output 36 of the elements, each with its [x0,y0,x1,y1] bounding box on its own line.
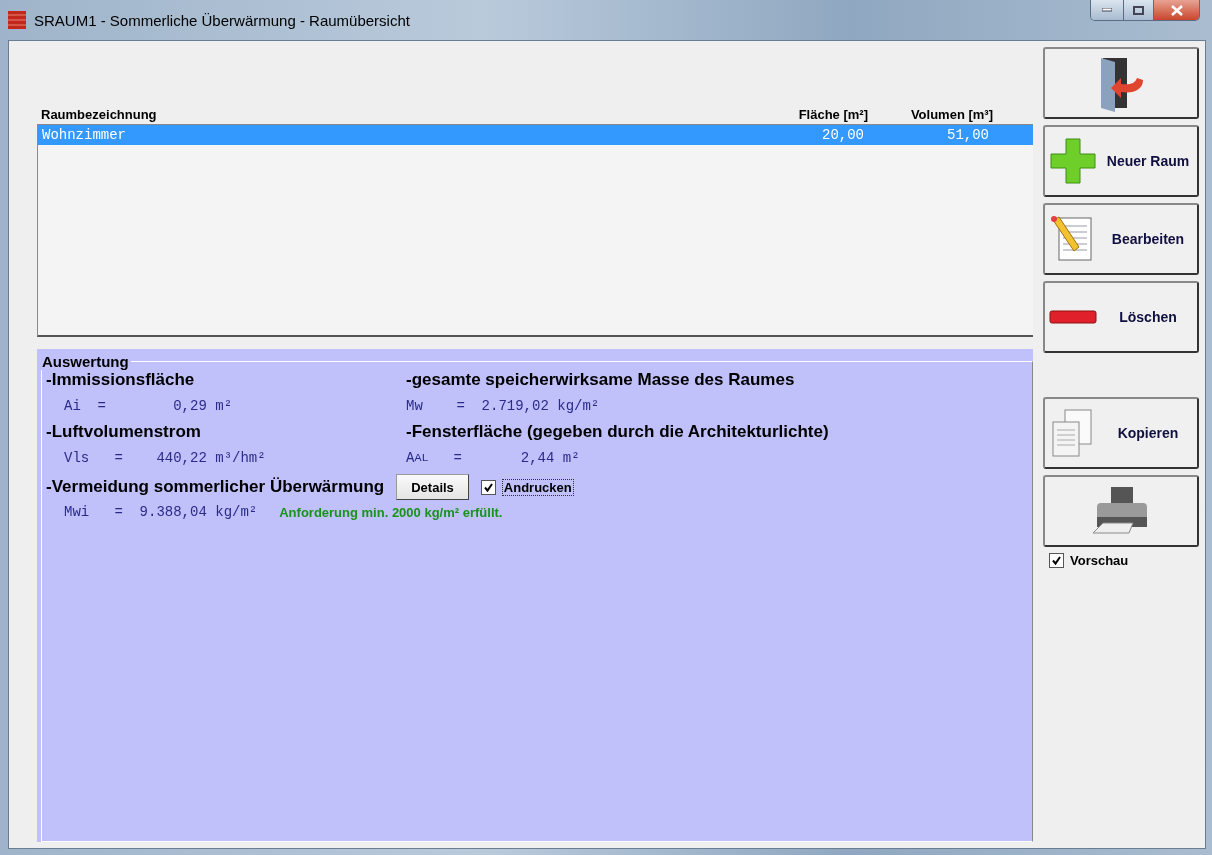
section-heading: -Immissionsfläche [46,370,195,389]
window-title: SRAUM1 - Sommerliche Überwärmung - Raumübersicht [34,11,411,29]
value-line: Mwi = 9.388,04 kg/m² [63,503,258,522]
checkbox-label[interactable]: Vorschau [1070,553,1129,568]
column-header: Fläche [m²] [797,107,868,122]
brick-wall-icon [8,11,26,29]
checkbox[interactable] [480,479,496,495]
group-legend: Auswertung [40,353,131,370]
toolbar-button[interactable]: Kopieren [1043,397,1199,469]
plus-icon [1049,137,1097,185]
maximize-button[interactable] [1123,0,1153,20]
section-heading: -Vermeidung sommerlicher Überwärmung [46,477,385,497]
print-button[interactable] [1043,475,1199,547]
value-line: Vls = 440,22 m³/hm² [63,449,267,468]
minus-icon [1049,309,1097,325]
toolbar-button[interactable]: Bearbeiten [1043,203,1199,275]
close-button[interactable] [1153,0,1199,20]
notepad-pencil-icon [1049,214,1095,264]
minimize-icon [1102,8,1112,12]
maximize-icon [1133,5,1144,15]
documents-icon [1049,408,1095,458]
value-line: Ai = 0,29 m² [63,397,234,416]
exit-button[interactable] [1043,47,1199,119]
column-header: Volumen [m³] [909,107,993,122]
status-message: Anforderung min. 2000 kg/m² erfüllt. [279,504,503,520]
value-line: Mw = 2.719,02 kg/m² [406,397,601,416]
section-heading: -Fensterfläche (gegeben durch die Architekturlichte) [406,422,829,441]
checkbox-label[interactable]: Andrucken [501,478,574,496]
toolbar-button[interactable]: Neuer Raum [1043,125,1199,197]
section-heading: -gesamte speicherwirksame Masse des Raumes [406,370,795,389]
checkbox[interactable] [1049,553,1064,568]
details-button[interactable]: Details [396,474,469,500]
column-header: Raumbezeichnung [41,107,158,122]
section-heading: -Luftvolumenstrom [46,422,201,441]
close-icon [1170,4,1183,16]
toolbar-button[interactable]: Löschen [1043,281,1199,353]
